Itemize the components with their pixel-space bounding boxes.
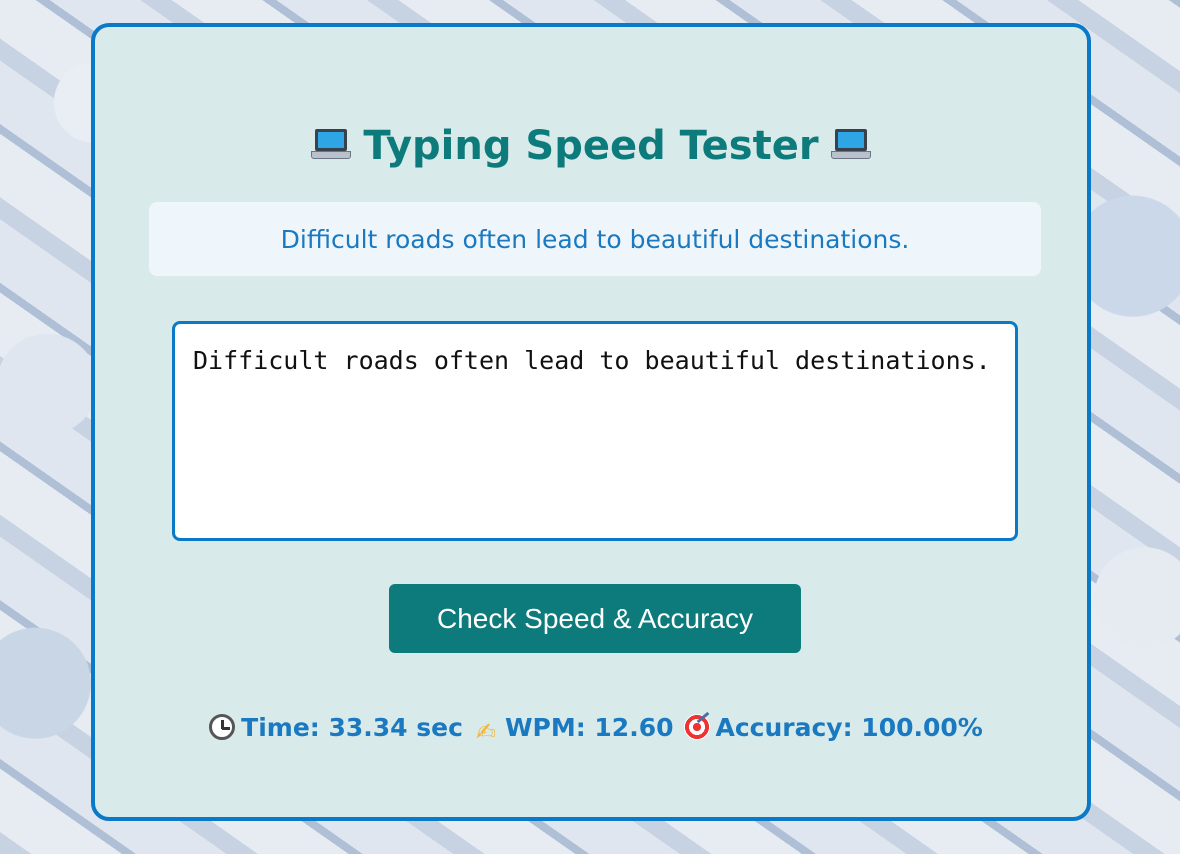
wpm-result: WPM: 12.60	[504, 713, 674, 742]
page-title-text: Typing Speed Tester	[363, 123, 819, 169]
typing-input[interactable]: Difficult roads often lead to beautiful …	[172, 321, 1018, 541]
page-title: Typing Speed Tester	[95, 123, 1087, 169]
laptop-icon	[311, 129, 352, 161]
time-result: Time: 33.34 sec	[241, 713, 463, 742]
quote-text: Difficult roads often lead to beautiful …	[280, 224, 910, 254]
quote-display: Difficult roads often lead to beautiful …	[149, 202, 1041, 276]
writing-hand-icon: ✍	[475, 718, 496, 746]
results-bar: Time: 33.34 sec ✍ WPM: 12.60 Accuracy: 100.…	[95, 713, 1087, 745]
clock-icon	[209, 714, 236, 740]
accuracy-result: Accuracy: 100.00%	[715, 713, 983, 742]
laptop-icon	[830, 129, 871, 161]
typing-tester-card: Typing Speed Tester Difficult roads ofte…	[91, 23, 1091, 821]
target-icon	[683, 714, 710, 740]
check-speed-button[interactable]: Check Speed & Accuracy	[389, 584, 801, 653]
